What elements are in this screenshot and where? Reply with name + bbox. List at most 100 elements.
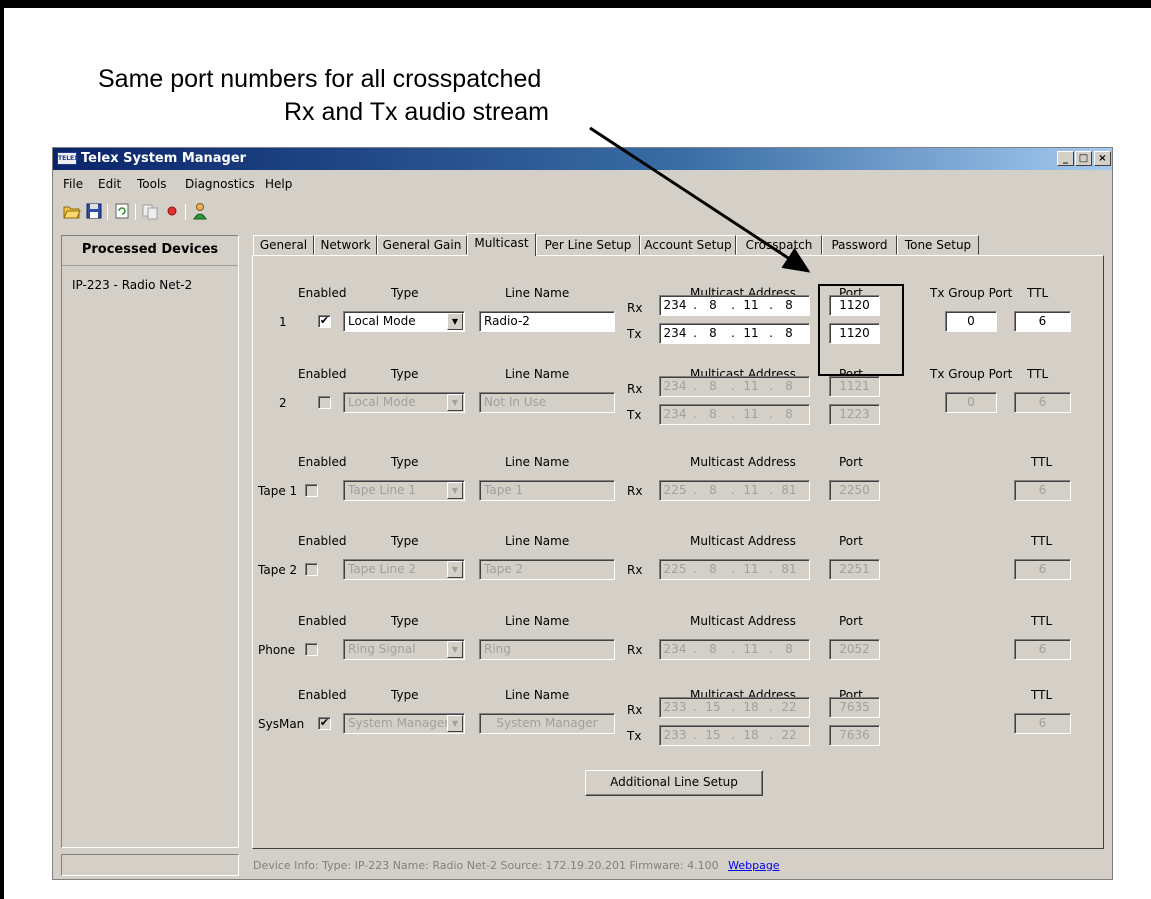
save-icon[interactable] [85, 202, 103, 220]
line-name-field[interactable]: Radio-2 [479, 311, 615, 332]
rx-port-field[interactable]: 1121 [829, 376, 880, 397]
rx-port-field[interactable]: 2250 [829, 480, 880, 501]
rx-label: Rx [627, 703, 643, 717]
tab-general-gain[interactable]: General Gain [377, 235, 467, 255]
rx-port-field[interactable]: 2052 [829, 639, 880, 660]
menu-diagnostics[interactable]: Diagnostics [185, 177, 255, 191]
multicast-address-field[interactable]: 233. 15. 18. 22 [659, 725, 810, 746]
enabled-checkbox[interactable] [305, 563, 318, 576]
enabled-checkbox[interactable] [305, 484, 318, 497]
chevron-down-icon[interactable]: ▼ [447, 715, 463, 732]
ip-octet: 8 [785, 298, 793, 312]
enabled-checkbox[interactable] [305, 643, 318, 656]
tab-password[interactable]: Password [822, 235, 897, 255]
tab-crosspatch[interactable]: Crosspatch [736, 235, 822, 255]
ip-octet: 22 [781, 700, 797, 714]
record-icon[interactable] [163, 202, 181, 220]
line-name-field[interactable]: Not In Use [479, 392, 615, 413]
tab-tone-setup[interactable]: Tone Setup [897, 235, 979, 255]
type-dropdown[interactable]: Local Mode ▼ [343, 392, 465, 413]
webpage-link[interactable]: Webpage [728, 859, 779, 872]
enabled-checkbox[interactable] [318, 717, 331, 730]
column-header-type: Type [391, 534, 419, 548]
type-dropdown[interactable]: Local Mode ▼ [343, 311, 465, 332]
type-dropdown[interactable]: Ring Signal ▼ [343, 639, 465, 660]
device-list-item[interactable]: IP-223 - Radio Net-2 [72, 278, 192, 292]
ip-octet: 11 [743, 326, 759, 340]
column-header-enabled: Enabled [298, 286, 347, 300]
tx-label: Tx [627, 408, 642, 422]
ip-octet: 11 [743, 642, 759, 656]
multicast-address-field[interactable]: 234. 8. 11. 8 [659, 376, 810, 397]
multicast-address-field[interactable]: 233. 15. 18. 22 [659, 697, 810, 718]
menu-file[interactable]: File [63, 177, 83, 191]
ttl-field[interactable]: 6 [1014, 713, 1071, 734]
ttl-field[interactable]: 6 [1014, 392, 1071, 413]
ttl-field[interactable]: 6 [1014, 311, 1071, 332]
refresh-icon[interactable] [113, 202, 131, 220]
line-label: Tape 1 [258, 484, 298, 498]
column-header-type: Type [391, 614, 419, 628]
ip-dot: . [769, 407, 773, 421]
line-name-field[interactable]: Tape 2 [479, 559, 615, 580]
user-icon[interactable] [191, 202, 209, 220]
rx-label: Rx [627, 484, 643, 498]
column-header-line-name: Line Name [505, 534, 570, 548]
chevron-down-icon[interactable]: ▼ [447, 313, 463, 330]
type-dropdown[interactable]: Tape Line 2 ▼ [343, 559, 465, 580]
tab-network[interactable]: Network [314, 235, 377, 255]
tx-group-port-field[interactable]: 0 [945, 311, 997, 332]
ip-octet: 234 [663, 298, 687, 312]
rx-port-field[interactable]: 7635 [829, 697, 880, 718]
tab-per-line-setup[interactable]: Per Line Setup [536, 235, 640, 255]
multicast-address-field[interactable]: 225. 8. 11. 81 [659, 559, 810, 580]
line-label: 1 [279, 315, 287, 329]
chevron-down-icon[interactable]: ▼ [447, 641, 463, 658]
column-header-enabled: Enabled [298, 367, 347, 381]
ip-octet: 8 [785, 379, 793, 393]
tab-multicast[interactable]: Multicast [467, 233, 536, 256]
enabled-checkbox[interactable] [318, 315, 331, 328]
tx-port-field[interactable]: 7636 [829, 725, 880, 746]
tx-group-port-field[interactable]: 0 [945, 392, 997, 413]
toolbar-separator [185, 204, 186, 220]
ttl-field[interactable]: 6 [1014, 480, 1071, 501]
tab-general[interactable]: General [253, 235, 314, 255]
ttl-field[interactable]: 6 [1014, 559, 1071, 580]
multicast-address-field[interactable]: 234. 8. 11. 8 [659, 639, 810, 660]
ip-octet: 8 [709, 326, 717, 340]
additional-line-setup-button[interactable]: Additional Line Setup [585, 770, 763, 796]
device-info: Device Info: Type: IP-223 Name: Radio Ne… [253, 859, 780, 872]
chevron-down-icon[interactable]: ▼ [447, 394, 463, 411]
type-dropdown[interactable]: Tape Line 1 ▼ [343, 480, 465, 501]
chevron-down-icon[interactable]: ▼ [447, 561, 463, 578]
ip-dot: . [693, 407, 697, 421]
column-header-ttl: TTL [1031, 614, 1053, 628]
chevron-down-icon[interactable]: ▼ [447, 482, 463, 499]
ttl-field[interactable]: 6 [1014, 639, 1071, 660]
close-button[interactable]: × [1094, 151, 1111, 166]
multicast-address-field[interactable]: 234. 8. 11. 8 [659, 404, 810, 425]
tab-account-setup[interactable]: Account Setup [640, 235, 736, 255]
rx-port-field[interactable]: 2251 [829, 559, 880, 580]
line-name-field[interactable]: System Manager [479, 713, 615, 734]
ip-dot: . [693, 700, 697, 714]
multicast-address-field[interactable]: 234. 8. 11. 8 [659, 295, 810, 316]
copy-icon[interactable] [141, 202, 159, 220]
ip-octet: 18 [743, 728, 759, 742]
multicast-address-field[interactable]: 234. 8. 11. 8 [659, 323, 810, 344]
tx-port-field[interactable]: 1223 [829, 404, 880, 425]
menu-help[interactable]: Help [265, 177, 292, 191]
enabled-checkbox[interactable] [318, 396, 331, 409]
menu-edit[interactable]: Edit [98, 177, 121, 191]
maximize-button[interactable]: □ [1075, 151, 1092, 166]
menu-tools[interactable]: Tools [137, 177, 167, 191]
minimize-button[interactable]: _ [1057, 151, 1074, 166]
open-folder-icon[interactable] [63, 202, 81, 220]
line-name-field[interactable]: Tape 1 [479, 480, 615, 501]
line-name-field[interactable]: Ring [479, 639, 615, 660]
column-header-ttl: TTL [1027, 286, 1049, 300]
multicast-panel [252, 255, 1104, 849]
multicast-address-field[interactable]: 225. 8. 11. 81 [659, 480, 810, 501]
type-dropdown[interactable]: System Manager ▼ [343, 713, 465, 734]
